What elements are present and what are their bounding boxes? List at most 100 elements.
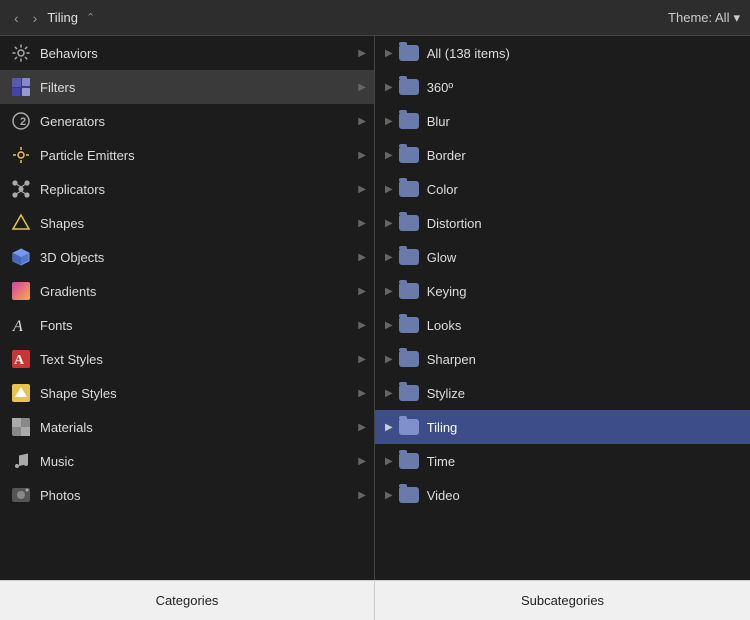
sidebar-item-3d-objects[interactable]: 3D Objects ▶ [0,240,374,274]
chevron-right-icon: ▶ [358,490,366,501]
subcategory-item-360[interactable]: ▶ 360º [375,70,750,104]
subcategory-item-time[interactable]: ▶ Time [375,444,750,478]
chevron-right-icon: ▶ [385,116,393,127]
topbar-left: ‹ › Tiling ⌃ [10,8,95,28]
sidebar-item-behaviors[interactable]: Behaviors ▶ [0,36,374,70]
chevron-right-icon: ▶ [385,252,393,263]
subcategory-label: Video [427,488,742,503]
gradients-icon [10,280,32,302]
chevron-right-icon: ▶ [385,490,393,501]
sidebar-item-label: 3D Objects [40,250,358,265]
subcategory-item-border[interactable]: ▶ Border [375,138,750,172]
replicators-icon [10,178,32,200]
materials-icon [10,416,32,438]
subcategory-label: Glow [427,250,742,265]
chevron-right-icon: ▶ [385,184,393,195]
fonts-icon: A [10,314,32,336]
chevron-right-icon: ▶ [358,354,366,365]
topbar-updown-icon[interactable]: ⌃ [86,11,95,24]
chevron-right-icon: ▶ [385,354,393,365]
subcategory-label: Distortion [427,216,742,231]
sidebar-item-label: Shape Styles [40,386,358,401]
sidebar-item-replicators[interactable]: Replicators ▶ [0,172,374,206]
subcategory-label: Sharpen [427,352,742,367]
folder-icon [399,45,419,61]
chevron-right-icon: ▶ [385,286,393,297]
subcategory-item-sharpen[interactable]: ▶ Sharpen [375,342,750,376]
chevron-right-icon: ▶ [385,456,393,467]
chevron-right-icon: ▶ [358,150,366,161]
subcategory-item-video[interactable]: ▶ Video [375,478,750,512]
sidebar-item-label: Gradients [40,284,358,299]
sidebar-item-label: Music [40,454,358,469]
sidebar-item-photos[interactable]: Photos ▶ [0,478,374,512]
sidebar-item-shape-styles[interactable]: Shape Styles ▶ [0,376,374,410]
svg-text:A: A [14,353,25,368]
subcategory-item-all[interactable]: ▶ All (138 items) [375,36,750,70]
chevron-right-icon: ▶ [385,388,393,399]
bottom-labels: Categories Subcategories [0,580,750,620]
folder-icon [399,215,419,231]
text-styles-icon: A [10,348,32,370]
subcategory-item-glow[interactable]: ▶ Glow [375,240,750,274]
subcategory-label: All (138 items) [427,46,742,61]
sidebar-item-label: Fonts [40,318,358,333]
main-panels: Behaviors ▶ Filters ▶ 2 [0,36,750,580]
folder-icon [399,249,419,265]
shape-styles-icon [10,382,32,404]
nav-back-button[interactable]: ‹ [10,8,23,28]
topbar: ‹ › Tiling ⌃ Theme: All ▾ [0,0,750,36]
chevron-right-icon: ▶ [385,82,393,93]
sidebar-item-label: Shapes [40,216,358,231]
topbar-title: Tiling [47,10,78,25]
sidebar-item-particle-emitters[interactable]: Particle Emitters ▶ [0,138,374,172]
subcategory-label: Blur [427,114,742,129]
chevron-right-icon: ▶ [385,218,393,229]
sidebar-item-label: Materials [40,420,358,435]
subcategory-label: Time [427,454,742,469]
chevron-right-icon: ▶ [358,218,366,229]
folder-icon [399,419,419,435]
nav-forward-button[interactable]: › [29,8,42,28]
chevron-right-icon: ▶ [358,184,366,195]
subcategory-item-blur[interactable]: ▶ Blur [375,104,750,138]
particle-emitters-icon [10,144,32,166]
right-panel: ▶ All (138 items) ▶ 360º ▶ Blur ▶ Border… [375,36,750,580]
folder-icon [399,113,419,129]
sidebar-item-text-styles[interactable]: A Text Styles ▶ [0,342,374,376]
subcategory-item-keying[interactable]: ▶ Keying [375,274,750,308]
music-icon [10,450,32,472]
categories-label: Categories [0,581,375,620]
generators-icon: 2 [10,110,32,132]
subcategory-item-color[interactable]: ▶ Color [375,172,750,206]
3d-objects-icon [10,246,32,268]
folder-icon [399,385,419,401]
theme-dropdown[interactable]: Theme: All ▾ [668,10,740,26]
sidebar-item-label: Text Styles [40,352,358,367]
shapes-icon [10,212,32,234]
sidebar-item-label: Replicators [40,182,358,197]
sidebar-item-label: Photos [40,488,358,503]
svg-text:2: 2 [20,116,26,128]
chevron-right-icon: ▶ [358,456,366,467]
subcategory-label: Color [427,182,742,197]
subcategory-label: Looks [427,318,742,333]
gear-icon [10,42,32,64]
photos-icon [10,484,32,506]
subcategories-label: Subcategories [375,581,750,620]
svg-text:A: A [12,318,23,335]
subcategory-label: Tiling [427,420,742,435]
sidebar-item-filters[interactable]: Filters ▶ [0,70,374,104]
folder-icon [399,147,419,163]
sidebar-item-materials[interactable]: Materials ▶ [0,410,374,444]
sidebar-item-fonts[interactable]: A Fonts ▶ [0,308,374,342]
subcategory-item-distortion[interactable]: ▶ Distortion [375,206,750,240]
subcategory-item-stylize[interactable]: ▶ Stylize [375,376,750,410]
subcategory-item-looks[interactable]: ▶ Looks [375,308,750,342]
sidebar-item-shapes[interactable]: Shapes ▶ [0,206,374,240]
sidebar-item-generators[interactable]: 2 Generators ▶ [0,104,374,138]
sidebar-item-gradients[interactable]: Gradients ▶ [0,274,374,308]
sidebar-item-music[interactable]: Music ▶ [0,444,374,478]
theme-chevron-icon: ▾ [733,10,740,26]
subcategory-item-tiling[interactable]: ▶ Tiling [375,410,750,444]
